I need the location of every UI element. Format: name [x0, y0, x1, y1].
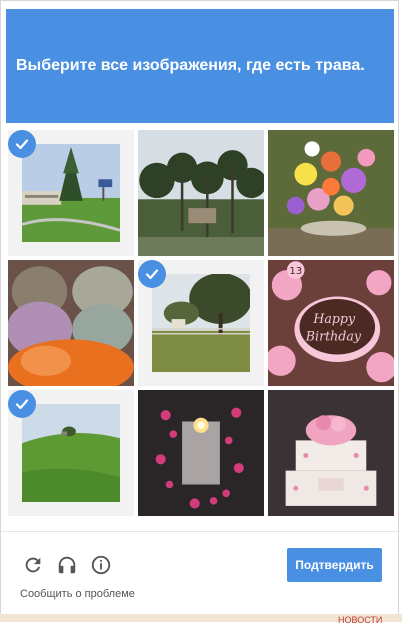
tile-image [268, 390, 394, 516]
selected-check-icon [8, 390, 36, 418]
tile-green-hill[interactable] [8, 390, 134, 516]
captcha-dialog: Выберите все изображения, где есть трава… [0, 0, 400, 620]
tile-image [138, 130, 264, 256]
instruction-period: . [360, 57, 365, 74]
instruction-text: Выберите все изображения, где есть трава… [16, 55, 365, 77]
info-icon[interactable] [90, 554, 112, 576]
selected-check-icon [138, 260, 166, 288]
report-problem-link[interactable]: Сообщить о проблеме [20, 588, 135, 600]
background-news-text: НОВОСТИ [338, 615, 383, 625]
tile-image [22, 404, 120, 502]
tile-birthday-cake[interactable]: Happy Birthday 13 [268, 260, 394, 386]
svg-text:13: 13 [289, 266, 302, 277]
tile-image: Happy Birthday 13 [268, 260, 394, 386]
selected-check-icon [8, 130, 36, 158]
tile-dried-flowers[interactable] [8, 260, 134, 386]
verify-button[interactable]: Подтвердить [287, 548, 382, 582]
tile-palm-trees[interactable] [138, 130, 264, 256]
instruction-keyword: трава [315, 57, 361, 74]
tile-wedding-cake[interactable] [268, 390, 394, 516]
tile-field-tree-fence[interactable] [138, 260, 264, 386]
tile-flower-bouquet[interactable] [268, 130, 394, 256]
footer-divider [1, 531, 400, 532]
svg-text:Happy: Happy [312, 311, 356, 326]
instruction-prefix: Выберите все изображения, где есть [16, 57, 316, 74]
svg-text:Birthday: Birthday [305, 329, 362, 344]
tile-image [138, 390, 264, 516]
tile-candle-vase[interactable] [138, 390, 264, 516]
reload-icon[interactable] [22, 554, 44, 576]
tile-image [152, 274, 250, 372]
tile-house-tree-lawn[interactable] [8, 130, 134, 256]
tile-image [8, 260, 134, 386]
tile-image [22, 144, 120, 242]
headphones-icon[interactable] [56, 554, 78, 576]
tile-image [268, 130, 394, 256]
instruction-header: Выберите все изображения, где есть трава… [6, 9, 394, 123]
